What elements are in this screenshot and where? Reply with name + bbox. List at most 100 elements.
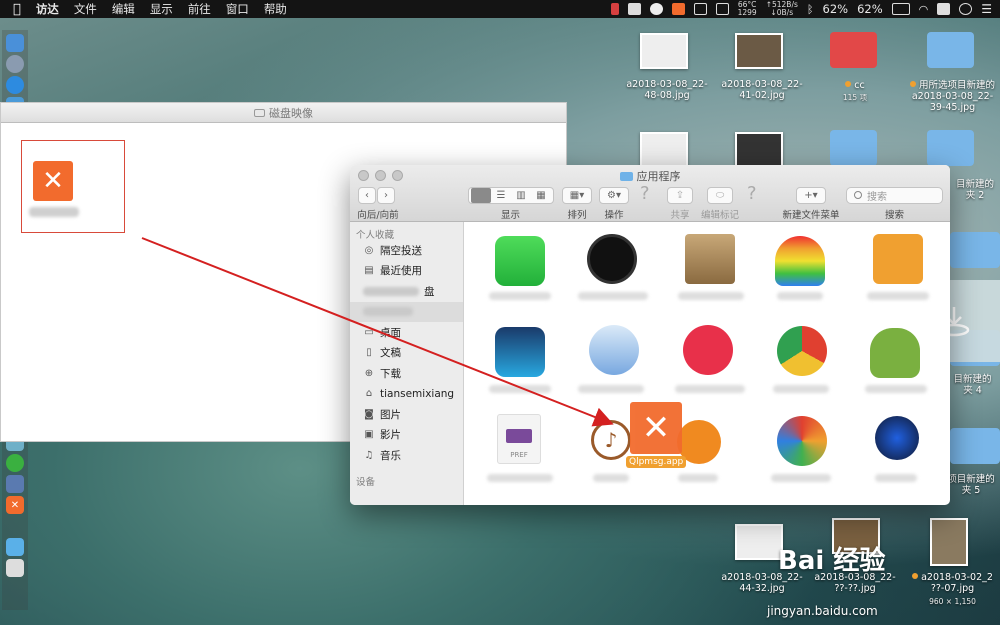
sidebar-item-applications[interactable]	[350, 301, 463, 322]
app-label-blurred	[777, 292, 823, 300]
facetime-app-icon[interactable]	[495, 236, 545, 286]
qlpmsg-dock-icon[interactable]: ✕	[6, 496, 24, 514]
desktop-thumbnail[interactable]	[640, 33, 688, 69]
apple-menu-icon[interactable]: 	[13, 2, 21, 17]
sidebar-item-drive[interactable]: 盘	[350, 281, 463, 302]
list-view-icon[interactable]: ☰	[491, 190, 511, 201]
pref-badge-icon	[506, 429, 532, 443]
finder-dock-icon[interactable]	[6, 34, 24, 52]
app-label-blurred	[773, 385, 829, 393]
display-icon[interactable]	[693, 3, 707, 15]
dark-app-icon[interactable]	[587, 234, 637, 284]
app-label-blurred	[678, 292, 744, 300]
egg-app-icon[interactable]	[589, 325, 639, 375]
menu-go[interactable]: 前往	[188, 1, 211, 17]
sidebar-item-documents[interactable]: ▯ 文稿	[350, 343, 463, 364]
migration-app-icon[interactable]	[495, 327, 545, 377]
bluetooth-icon[interactable]: ᛒ	[807, 3, 814, 16]
view-label: 显示	[500, 210, 520, 221]
sidebar-item-desktop[interactable]: ▭ 桌面	[350, 322, 463, 343]
app-label-blurred	[771, 474, 831, 482]
input-method-icon[interactable]	[937, 3, 951, 15]
archive-app-icon[interactable]	[685, 234, 735, 284]
menu-window[interactable]: 窗口	[226, 1, 249, 17]
wifi-icon[interactable]: ◠	[919, 3, 929, 16]
launchpad-dock-icon[interactable]	[6, 55, 24, 73]
downloads-dock-icon[interactable]	[6, 538, 24, 556]
disk-image-titlebar[interactable]: 磁盘映像	[1, 103, 566, 123]
flickr-app-icon[interactable]	[683, 325, 733, 375]
column-view-icon[interactable]: ▥	[511, 190, 531, 201]
siri-icon[interactable]	[959, 3, 973, 15]
back-button[interactable]: ‹	[358, 187, 376, 204]
android-app-icon[interactable]	[870, 328, 920, 378]
notification-center-icon[interactable]: ☰	[981, 2, 992, 16]
desktop-folder-icon[interactable]	[950, 232, 1000, 268]
tag-button[interactable]: ⬭	[707, 187, 733, 204]
desktop-thumbnail[interactable]	[930, 518, 968, 566]
parallels-icon[interactable]	[610, 3, 619, 15]
network-stat[interactable]: ↑512B/s ↓0B/s	[766, 1, 798, 17]
sidebar-item-airdrop[interactable]: ◎ 隔空投送	[350, 240, 463, 261]
new-folder-menu-button[interactable]: +▾	[796, 187, 826, 204]
rainbow-app-icon[interactable]	[775, 236, 825, 286]
menu-app-name[interactable]: 访达	[36, 1, 59, 17]
airdrop-icon: ◎	[364, 244, 374, 256]
desktop-thumbnail[interactable]	[735, 132, 783, 168]
forward-button[interactable]: ›	[377, 187, 395, 204]
view-mode-switcher[interactable]: ☰ ▥ ▦	[468, 187, 554, 204]
tag-label: 编辑标记	[700, 210, 739, 221]
desktop-item-sub: 115 项	[842, 93, 868, 102]
battery-percent-a[interactable]: 62%	[823, 2, 849, 16]
pdf-app-icon[interactable]	[873, 234, 923, 284]
app-monitor-dock-icon[interactable]	[6, 475, 24, 493]
sidebar-item-music[interactable]: ♫ 音乐	[350, 445, 463, 466]
wechat-icon[interactable]	[649, 3, 663, 15]
icon-view-icon[interactable]	[471, 188, 491, 203]
pref-file-icon[interactable]: PREF	[497, 414, 541, 464]
video-player-app-icon[interactable]	[875, 416, 919, 460]
app-label-blurred	[578, 385, 644, 393]
dragged-app-icon[interactable]: ✕	[630, 402, 682, 454]
menu-view[interactable]: 显示	[150, 1, 173, 17]
music-app-icon[interactable]: ♪	[591, 420, 631, 460]
chrome-app-icon[interactable]	[777, 326, 827, 376]
cover-flow-icon[interactable]: ▦	[531, 190, 551, 201]
pin-icon[interactable]	[627, 3, 641, 15]
desktop-folder-icon[interactable]	[927, 130, 974, 166]
camera-icon: ◙	[364, 408, 374, 420]
share-button[interactable]: ⇪	[667, 187, 693, 204]
folder-icon	[619, 172, 633, 181]
desktop-thumbnail[interactable]	[640, 132, 688, 168]
qlpmsg-status-icon[interactable]	[671, 3, 685, 15]
sidebar-item-movies[interactable]: ▣ 影片	[350, 425, 463, 446]
menu-extra-icon[interactable]	[715, 3, 729, 15]
desktop-folder-icon[interactable]	[830, 130, 877, 166]
wechat-dock-icon[interactable]	[6, 454, 24, 472]
menu-edit[interactable]: 编辑	[112, 1, 135, 17]
desktop-folder-icon[interactable]	[830, 32, 877, 68]
trash-dock-icon[interactable]	[6, 559, 24, 577]
sidebar-item-pictures[interactable]: ◙ 图片	[350, 404, 463, 425]
desktop-thumbnail[interactable]	[735, 33, 783, 69]
battery-icon[interactable]	[891, 3, 910, 15]
search-input[interactable]: 搜索	[846, 187, 943, 204]
sidebar-item-home[interactable]: ⌂ tiansemixiang	[350, 384, 463, 405]
desktop-thumbnail[interactable]	[735, 524, 783, 560]
desktop-item-label: 目新建的夹 4	[953, 374, 992, 396]
menu-help[interactable]: 帮助	[264, 1, 287, 17]
disk-image-title: 磁盘映像	[269, 106, 313, 120]
app-name-label-blurred	[29, 207, 79, 217]
menu-file[interactable]: 文件	[74, 1, 97, 17]
battery-percent-b[interactable]: 62%	[857, 2, 883, 16]
safari-dock-icon[interactable]	[6, 76, 24, 94]
sidebar-item-recents[interactable]: ▤ 最近使用	[350, 261, 463, 282]
qlpmsg-app-icon[interactable]: ✕	[33, 161, 73, 201]
arrange-button[interactable]: ▦▾	[562, 187, 592, 204]
sidebar-item-downloads[interactable]: ⊕ 下载	[350, 363, 463, 384]
desktop-folder-icon[interactable]	[927, 32, 974, 68]
sync-app-icon[interactable]	[777, 416, 827, 466]
action-button[interactable]: ⚙▾	[599, 187, 629, 204]
cpu-stat[interactable]: 66°C 1299	[738, 1, 757, 17]
desktop-folder-icon[interactable]	[950, 428, 1000, 464]
